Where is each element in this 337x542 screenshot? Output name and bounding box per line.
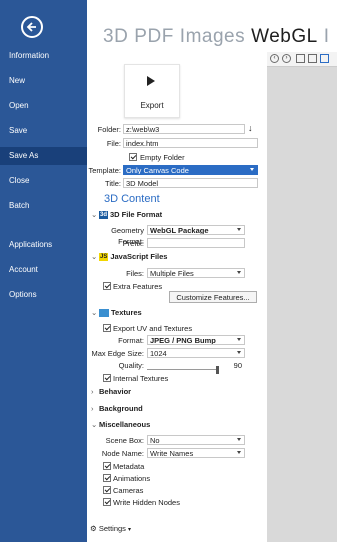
sidebar-item-account[interactable]: Account (9, 261, 85, 279)
group-textures[interactable]: ⌄ Textures (91, 307, 142, 318)
chevron-down-icon (237, 451, 241, 454)
tab-webgl[interactable]: WebGL (251, 26, 318, 47)
prefix-field[interactable] (147, 238, 245, 248)
texture-image-icon (99, 309, 109, 318)
tab-next[interactable]: I (324, 26, 330, 47)
group-3d-file-format[interactable]: ⌄ 3d 3D File Format (91, 209, 162, 220)
prefix-label: Prefix: (122, 239, 144, 248)
node-name-select[interactable]: Write Names (147, 448, 245, 458)
chevron-right-icon: › (91, 387, 94, 396)
group-behavior[interactable]: › Behavior (91, 386, 131, 397)
save-as-panel: 3D PDF Images WebGL I ‹ › Export Folder: z:\… (87, 0, 337, 542)
tab-3d[interactable]: 3D (103, 26, 128, 47)
back-arrow-icon[interactable] (21, 16, 43, 38)
sidebar-item-save-as[interactable]: Save As (0, 147, 87, 165)
scene-box-label: Scene Box: (105, 436, 144, 445)
cameras-checkbox[interactable] (103, 486, 111, 494)
sidebar-item-close[interactable]: Close (9, 172, 85, 190)
file-field[interactable]: index.htm (123, 138, 258, 148)
export-uv-label: Export UV and Textures (113, 324, 193, 333)
node-name-label: Node Name: (101, 449, 144, 458)
texture-format-select[interactable]: JPEG / PNG Bump (147, 335, 245, 345)
quality-label: Quality: (118, 361, 144, 370)
write-hidden-nodes-label: Write Hidden Nodes (113, 498, 180, 507)
tab-pdf[interactable]: PDF (134, 26, 174, 47)
settings-menu[interactable]: ⚙ Settings ▾ (90, 523, 131, 534)
empty-folder-label: Empty Folder (140, 153, 185, 162)
chevron-down-icon: ⌄ (91, 420, 98, 429)
scene-box-select[interactable]: No (147, 435, 245, 445)
extra-features-label: Extra Features (113, 282, 163, 291)
3d-badge-icon: 3d (99, 211, 109, 220)
extra-features-checkbox[interactable] (103, 282, 111, 290)
back-nav-icon[interactable]: ‹ (270, 54, 279, 63)
sidebar-item-batch[interactable]: Batch (9, 197, 85, 215)
metadata-label: Metadata (113, 462, 145, 471)
quality-slider-thumb[interactable] (216, 366, 219, 374)
chevron-down-icon (237, 438, 241, 441)
format-tabs: 3D PDF Images WebGL I (103, 26, 335, 48)
title-field[interactable]: 3D Model (123, 178, 258, 188)
forward-nav-icon[interactable]: › (282, 54, 291, 63)
chevron-right-icon: › (91, 404, 94, 413)
customize-features-button[interactable]: Customize Features... (169, 291, 257, 303)
sidebar-item-applications[interactable]: Applications (9, 236, 85, 254)
tab-images[interactable]: Images (180, 26, 245, 47)
max-edge-select[interactable]: 1024 (147, 348, 245, 358)
chevron-down-icon: ▾ (128, 527, 132, 533)
content-section-title: 3D Content (104, 193, 160, 205)
sidebar-item-save[interactable]: Save (9, 122, 85, 140)
max-edge-label: Max Edge Size: (91, 349, 144, 358)
file-label: File: (106, 139, 121, 148)
sidebar-item-new[interactable]: New (9, 72, 85, 90)
play-icon (147, 76, 155, 86)
template-select[interactable]: Only Canvas Code (123, 165, 258, 175)
view-mode-icon[interactable] (320, 54, 329, 63)
metadata-checkbox[interactable] (103, 462, 111, 470)
cameras-label: Cameras (113, 486, 144, 495)
files-select[interactable]: Multiple Files (147, 268, 245, 278)
preview-toolbar: ‹ › (267, 52, 337, 67)
animations-label: Animations (113, 474, 151, 483)
export-button[interactable]: Export (124, 64, 180, 118)
internal-textures-label: Internal Textures (113, 374, 169, 383)
folder-label: Folder: (97, 125, 121, 134)
fit-view-icon[interactable] (308, 54, 317, 63)
empty-folder-checkbox[interactable] (129, 153, 137, 161)
sidebar-item-open[interactable]: Open (9, 97, 85, 115)
template-label: Template: (88, 166, 121, 175)
quality-slider-track[interactable] (147, 369, 219, 370)
home-icon[interactable] (296, 54, 305, 63)
chevron-down-icon (237, 338, 241, 341)
preview-pane (267, 52, 337, 542)
backstage-sidebar: Information New Open Save Save As Close … (0, 0, 87, 542)
group-javascript-files[interactable]: ⌄ JS JavaScript Files (91, 251, 167, 262)
quality-value[interactable]: 90 (223, 361, 245, 371)
chevron-down-icon (237, 271, 241, 274)
geometry-format-select[interactable]: WebGL Package (147, 225, 245, 235)
geometry-format-label: Geometry Format: (111, 226, 144, 246)
animations-checkbox[interactable] (103, 474, 111, 482)
internal-textures-checkbox[interactable] (103, 374, 111, 382)
chevron-down-icon: ⌄ (91, 210, 98, 219)
group-miscellaneous[interactable]: ⌄ Miscellaneous (91, 419, 150, 430)
chevron-down-icon: ⌄ (91, 308, 98, 317)
js-badge-icon: JS (99, 253, 109, 262)
title-label: Title: (105, 179, 121, 188)
chevron-down-icon: ⌄ (91, 252, 98, 261)
folder-field[interactable]: z:\web\w3 (123, 124, 245, 134)
texture-format-label: Format: (118, 336, 144, 345)
chevron-down-icon (237, 228, 241, 231)
write-hidden-nodes-checkbox[interactable] (103, 498, 111, 506)
download-arrow-icon[interactable]: ↓ (248, 123, 253, 133)
sidebar-item-options[interactable]: Options (9, 286, 85, 304)
files-label: Files: (126, 269, 144, 278)
group-background[interactable]: › Background (91, 403, 143, 414)
gear-icon: ⚙ (90, 524, 97, 533)
export-uv-checkbox[interactable] (103, 324, 111, 332)
chevron-down-icon (250, 168, 254, 171)
chevron-down-icon (237, 351, 241, 354)
sidebar-item-information[interactable]: Information (9, 47, 85, 65)
